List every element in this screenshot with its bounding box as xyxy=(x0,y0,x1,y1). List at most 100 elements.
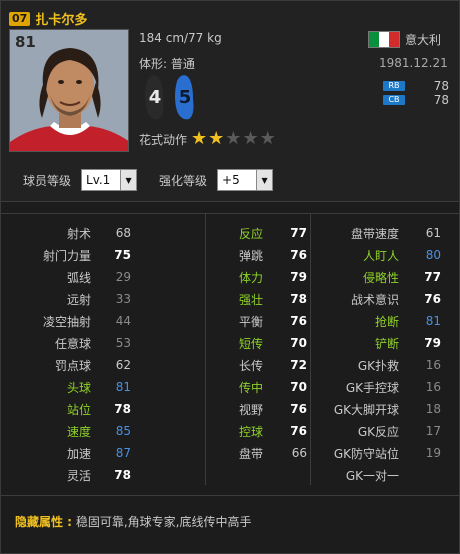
stat-label: 侵略性 xyxy=(362,270,399,285)
stat-label: 战术意识 xyxy=(350,292,399,307)
title-row: 07 扎卡尔多 xyxy=(9,9,87,28)
position-value: 78 xyxy=(433,79,449,93)
stat-label: 头球 xyxy=(66,380,91,395)
stat-row: 视野 76 xyxy=(213,398,307,420)
stat-value: 17 xyxy=(425,424,441,438)
chevron-down-icon[interactable]: ▼ xyxy=(120,170,137,190)
stat-row: 侵略性 77 xyxy=(319,266,441,288)
stat-label: GK反应 xyxy=(357,424,399,439)
stat-label: 强壮 xyxy=(238,292,263,307)
stat-value: 87 xyxy=(115,446,131,460)
stat-row: 射门力量 75 xyxy=(21,244,131,266)
column-divider xyxy=(205,213,206,485)
level-controls: 球员等级 Lv.1 ▼ 强化等级 +5 ▼ xyxy=(23,169,274,191)
enhance-level-select[interactable]: +5 ▼ xyxy=(217,169,274,191)
star-icon: ★ xyxy=(225,128,242,149)
stat-label: 控球 xyxy=(238,424,263,439)
stat-value: 70 xyxy=(290,380,307,394)
stat-label: 凌空抽射 xyxy=(42,314,91,329)
stat-value: 62 xyxy=(115,358,131,372)
stat-label: 远射 xyxy=(66,292,91,307)
body-type-label: 体形: xyxy=(139,57,168,71)
player-name: 扎卡尔多 xyxy=(35,13,88,28)
skill-moves-label: 花式动作 xyxy=(139,132,188,147)
stat-value: 75 xyxy=(114,248,131,262)
stat-row: 长传 72 xyxy=(213,354,307,376)
stat-label: 罚点球 xyxy=(54,358,91,373)
stat-value: 85 xyxy=(115,424,131,438)
stat-row: 罚点球 62 xyxy=(21,354,131,376)
stat-value: 44 xyxy=(115,314,131,328)
stat-label: 抢断 xyxy=(374,314,399,329)
stat-label: 弹跳 xyxy=(238,248,263,263)
stat-label: GK扑救 xyxy=(357,358,399,373)
stat-row: 短传 70 xyxy=(213,332,307,354)
stat-row: GK防守站位 19 xyxy=(319,442,441,464)
player-level-label: 球员等级 xyxy=(23,173,72,188)
stat-value: 61 xyxy=(425,226,441,240)
stats-column-3: 盘带速度 61 人盯人 80 侵略性 77 战术意识 76 抢断 81 铲断 79 GK扑救 16 GK手控… xyxy=(319,222,441,486)
stat-label: GK大脚开球 xyxy=(333,402,399,417)
stat-value: 33 xyxy=(115,292,131,306)
stat-row: 控球 76 xyxy=(213,420,307,442)
stat-row: 远射 33 xyxy=(21,288,131,310)
stat-value: 77 xyxy=(290,226,307,240)
stat-label: 弧线 xyxy=(66,270,91,285)
stat-value: 79 xyxy=(424,336,441,350)
stat-label: 速度 xyxy=(66,424,91,439)
stat-row: 弧线 29 xyxy=(21,266,131,288)
stat-label: 任意球 xyxy=(54,336,91,351)
skill-moves: 花式动作 ★ ★ ★ ★ ★ xyxy=(139,130,276,148)
stat-label: 体力 xyxy=(238,270,263,285)
stat-value: 79 xyxy=(290,270,307,284)
star-icon: ★ xyxy=(208,128,225,149)
player-card: 81 xyxy=(9,29,129,152)
stat-label: 传中 xyxy=(238,380,263,395)
stat-row: 盘带 66 xyxy=(213,442,307,464)
stat-row: 速度 85 xyxy=(21,420,131,442)
player-level-value: Lv.1 xyxy=(86,173,111,187)
column-divider xyxy=(310,213,311,485)
stat-row: 人盯人 80 xyxy=(319,244,441,266)
stat-row: 任意球 53 xyxy=(21,332,131,354)
stat-label: 射术 xyxy=(66,226,91,241)
stat-label: 反应 xyxy=(238,226,263,241)
chevron-down-icon[interactable]: ▼ xyxy=(256,170,273,190)
player-level-select[interactable]: Lv.1 ▼ xyxy=(81,169,138,191)
enhance-level-value: +5 xyxy=(222,173,240,187)
stat-value: 77 xyxy=(424,270,441,284)
player-detail-panel: 07 扎卡尔多 81 184 cm/77 kg 体形: 普通 4 5 意大利 1… xyxy=(0,0,460,554)
position-rating-rb: RB 78 xyxy=(383,79,449,93)
stat-row: 头球 81 xyxy=(21,376,131,398)
stat-label: 视野 xyxy=(238,402,263,417)
stats-column-1: 射术 68 射门力量 75 弧线 29 远射 33 凌空抽射 44 任意球 53 罚点球 62 头球 81 站位… xyxy=(21,222,131,486)
stat-label: 射门力量 xyxy=(42,248,91,263)
stat-label: 短传 xyxy=(238,336,263,351)
nation-name: 意大利 xyxy=(405,33,442,47)
stat-label: 盘带速度 xyxy=(350,226,399,241)
stat-value: 70 xyxy=(290,336,307,350)
stat-row: GK大脚开球 18 xyxy=(319,398,441,420)
hidden-traits-value: 稳固可靠,角球专家,底线传中高手 xyxy=(75,515,252,529)
divider xyxy=(1,213,459,214)
stat-row: 凌空抽射 44 xyxy=(21,310,131,332)
stat-row: 铲断 79 xyxy=(319,332,441,354)
stat-value: 76 xyxy=(290,314,307,328)
stat-row: GK手控球 16 xyxy=(319,376,441,398)
stat-value: 81 xyxy=(115,380,131,394)
stat-row: GK扑救 16 xyxy=(319,354,441,376)
stat-row: 站位 78 xyxy=(21,398,131,420)
height-weight: 184 cm/77 kg xyxy=(139,31,222,45)
stat-value: 76 xyxy=(290,424,307,438)
divider xyxy=(1,495,459,496)
stat-row: 加速 87 xyxy=(21,442,131,464)
stat-label: 平衡 xyxy=(238,314,263,329)
stat-row: 反应 77 xyxy=(213,222,307,244)
stat-value: 76 xyxy=(290,402,307,416)
stat-value: 68 xyxy=(115,226,131,240)
stat-row: 体力 79 xyxy=(213,266,307,288)
stat-value: 80 xyxy=(425,248,441,262)
stat-row: GK一对一 xyxy=(319,464,441,486)
star-icon: ★ xyxy=(259,128,276,149)
divider xyxy=(1,201,459,202)
